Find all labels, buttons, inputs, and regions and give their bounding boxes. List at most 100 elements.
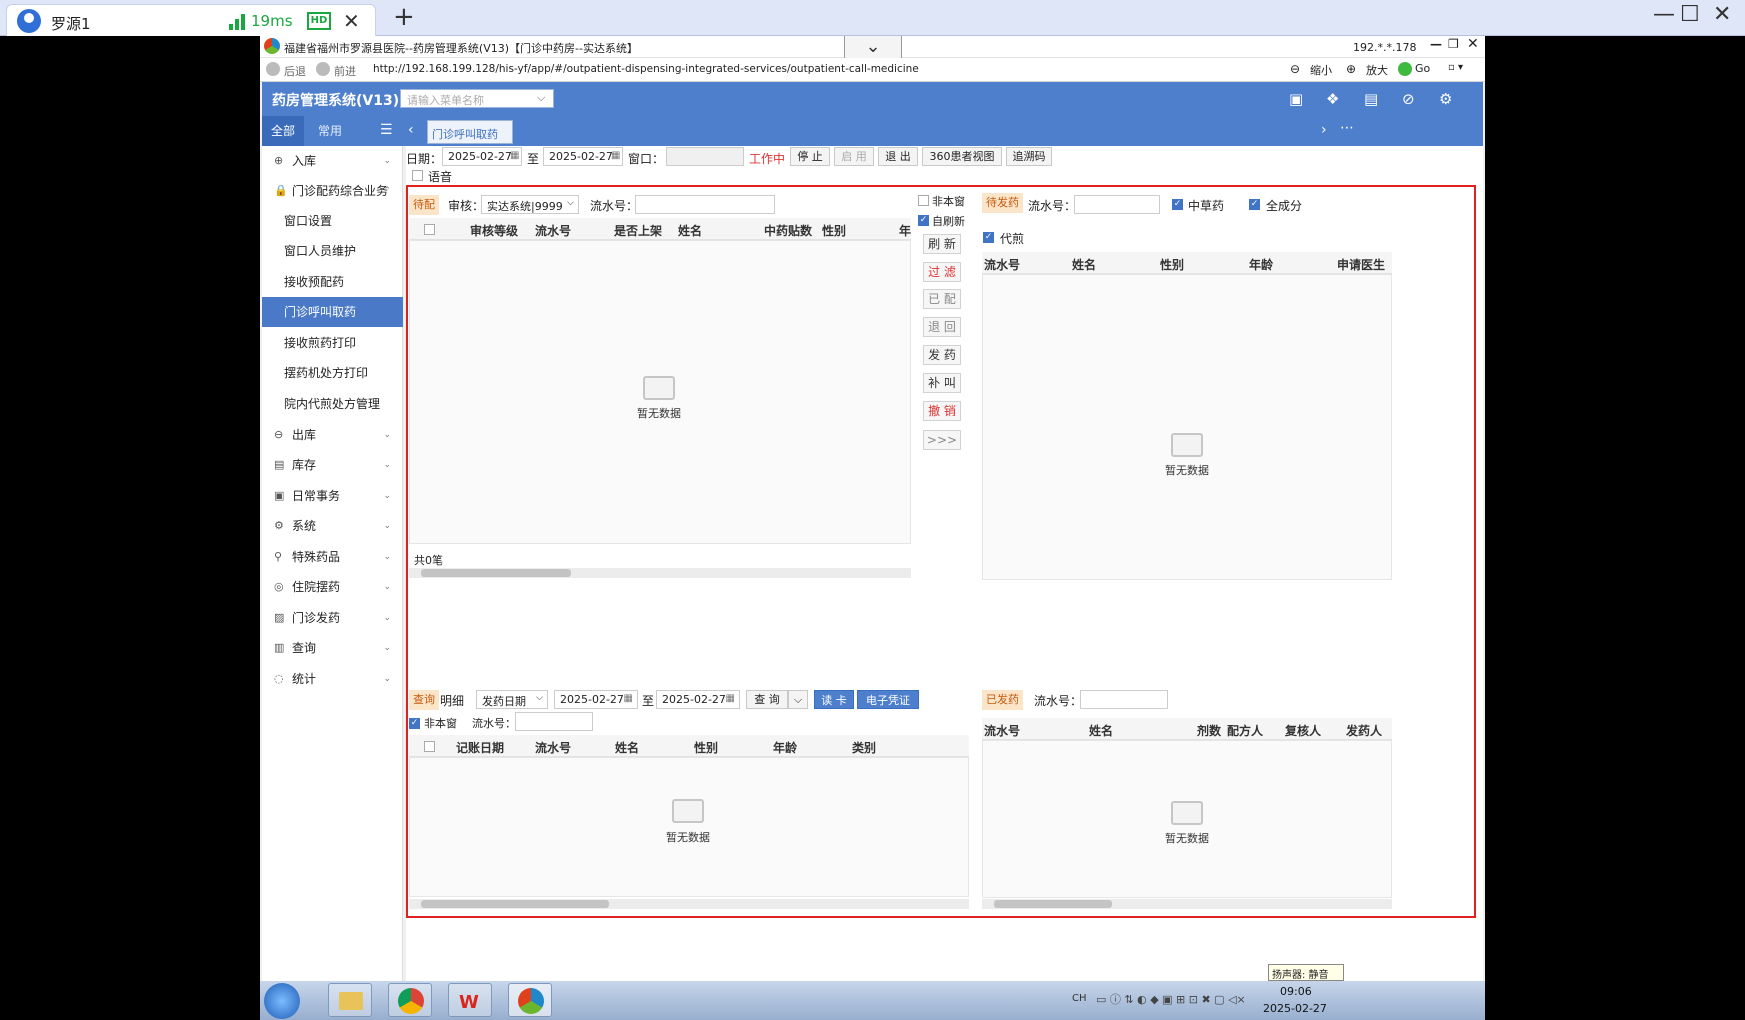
- folder-taskbar-icon[interactable]: [328, 983, 372, 1017]
- col-serial[interactable]: 流水号: [535, 739, 571, 756]
- read-card-button[interactable]: 读 卡: [814, 690, 854, 709]
- select-all-checkbox[interactable]: [424, 741, 435, 752]
- revoke-button[interactable]: 撤 销: [923, 401, 961, 421]
- col-name[interactable]: 姓名: [1072, 256, 1096, 273]
- e-voucher-button[interactable]: 电子凭证: [857, 690, 919, 709]
- stop-button[interactable]: 停 止: [790, 147, 830, 166]
- dispensed-button[interactable]: 已 配: [923, 289, 961, 309]
- query-date-to-input[interactable]: 2025-02-27 ▦: [656, 690, 740, 709]
- session-tab[interactable]: 罗源1 19ms HD ✕: [6, 4, 376, 36]
- return-button[interactable]: 退 回: [923, 317, 961, 337]
- date-type-select[interactable]: 发药日期 ⌵: [476, 690, 548, 709]
- col-gender[interactable]: 性别: [1160, 256, 1184, 273]
- query-h-scrollbar[interactable]: [409, 899, 969, 909]
- zoom-in-icon[interactable]: ⊕: [1346, 62, 1356, 76]
- outer-close-button[interactable]: ✕: [1713, 2, 1731, 27]
- sidebar-item-outpatient-dispense[interactable]: ▨ 门诊发药 ⌄: [262, 603, 403, 633]
- dispense-button[interactable]: 发 药: [923, 345, 961, 365]
- tab-outpatient-call-medicine[interactable]: 门诊呼叫取药 ✕: [427, 120, 513, 155]
- scroll-thumb[interactable]: [994, 900, 1112, 908]
- col-account-date[interactable]: 记账日期: [456, 739, 504, 756]
- col-herbal-doses[interactable]: 中药贴数: [764, 222, 812, 239]
- sidebar-item-inventory[interactable]: ▤ 库存 ⌄: [262, 450, 403, 480]
- window-minimize-button[interactable]: —: [1430, 37, 1442, 51]
- outer-minimize-button[interactable]: —: [1653, 2, 1675, 27]
- sidebar-item-special-drugs[interactable]: ⚲ 特殊药品 ⌄: [262, 542, 403, 572]
- clock-date[interactable]: 2025-02-27: [1263, 1002, 1327, 1015]
- sidebar-sub-call-medicine[interactable]: 门诊呼叫取药: [262, 297, 403, 327]
- query-dropdown-button[interactable]: ⌵: [788, 690, 808, 709]
- forward-button[interactable]: 前进: [334, 63, 356, 79]
- col-doctor[interactable]: 申请医生: [1337, 256, 1385, 273]
- calendar-icon[interactable]: ▦: [510, 150, 519, 161]
- col-gender[interactable]: 性别: [694, 739, 718, 756]
- zoom-out-icon[interactable]: ⊖: [1290, 62, 1300, 76]
- col-compounder[interactable]: 配方人: [1227, 722, 1263, 739]
- more-arrows-button[interactable]: >>>: [923, 430, 961, 450]
- zoom-out-button[interactable]: 缩小: [1310, 62, 1332, 78]
- new-session-button[interactable]: +: [393, 2, 415, 32]
- sidebar-item-system[interactable]: ⚙ 系统 ⌄: [262, 511, 403, 541]
- auto-refresh-checkbox[interactable]: ✓: [918, 215, 929, 226]
- zoom-in-button[interactable]: 放大: [1366, 62, 1388, 78]
- herbal-checkbox[interactable]: ✓: [1172, 199, 1183, 210]
- pending-serial-input[interactable]: [635, 195, 775, 214]
- recall-button[interactable]: 补 叫: [923, 373, 961, 393]
- calendar-icon[interactable]: ▦: [611, 150, 620, 161]
- filter-button[interactable]: 过 滤: [923, 262, 961, 282]
- query-serial-input[interactable]: [515, 712, 593, 731]
- gear-icon[interactable]: ⚙: [1439, 90, 1452, 108]
- to-dispense-serial-input[interactable]: [1074, 195, 1160, 214]
- outer-maximize-button[interactable]: ☐: [1680, 2, 1700, 27]
- menu-tab-common[interactable]: 常用: [310, 116, 350, 146]
- chrome-taskbar-icon[interactable]: [388, 983, 432, 1017]
- col-age[interactable]: 年: [899, 222, 911, 239]
- scroll-thumb[interactable]: [421, 569, 571, 577]
- sidebar-item-inbound[interactable]: ⊕ 入库 ⌄: [262, 146, 403, 176]
- sidebar-item-query[interactable]: ▥ 查询 ⌄: [262, 633, 403, 663]
- pending-h-scrollbar[interactable]: [409, 568, 911, 578]
- tray-icons[interactable]: ▭ ⓘ ⇅ ◐ ◆ ▣ ⊞ ⊡ ✖ ▢ ◁×: [1096, 991, 1246, 1007]
- url-field[interactable]: http://192.168.199.128/his-yf/app/#/outp…: [373, 63, 919, 75]
- window-close-button[interactable]: ✕: [1467, 36, 1479, 52]
- exit-button[interactable]: 退 出: [878, 147, 918, 166]
- dispensed-h-scrollbar[interactable]: [982, 899, 1392, 909]
- non-window-checkbox[interactable]: [918, 195, 929, 206]
- session-tab-close-button[interactable]: ✕: [343, 9, 360, 33]
- review-select[interactable]: 实达系统|9999 ⌵: [481, 195, 579, 214]
- decoct-checkbox[interactable]: ✓: [983, 232, 994, 243]
- col-name[interactable]: 姓名: [615, 739, 639, 756]
- enable-button[interactable]: 启 用: [834, 147, 874, 166]
- trace-code-button[interactable]: 追溯码: [1006, 147, 1052, 166]
- all-ingredients-checkbox[interactable]: ✓: [1249, 199, 1260, 210]
- sidebar-sub-window-staff[interactable]: 窗口人员维护: [262, 236, 403, 266]
- col-category[interactable]: 类别: [852, 739, 876, 756]
- scroll-thumb[interactable]: [421, 900, 609, 908]
- window-restore-button[interactable]: ❐: [1448, 37, 1459, 51]
- col-dispenser[interactable]: 发药人: [1346, 722, 1382, 739]
- query-non-window-checkbox[interactable]: ✓: [409, 718, 420, 729]
- logout-icon[interactable]: ⊘: [1402, 90, 1415, 108]
- refresh-button[interactable]: 刷 新: [923, 234, 961, 254]
- view360-button[interactable]: 360患者视图: [922, 147, 1002, 166]
- document-icon[interactable]: ▤: [1364, 90, 1378, 108]
- forward-icon[interactable]: [316, 62, 330, 76]
- col-name[interactable]: 姓名: [678, 222, 702, 239]
- sidebar-item-outpatient-dispensing[interactable]: 🔒 门诊配药综合业务 ⌃: [262, 176, 403, 206]
- menu-search-input[interactable]: 请输入菜单名称: [400, 89, 554, 108]
- sidebar-sub-decoction-manage[interactable]: 院内代煎处方管理: [262, 389, 403, 419]
- sidebar-sub-machine-print[interactable]: 摆药机处方打印: [262, 358, 403, 388]
- col-serial[interactable]: 流水号: [535, 222, 571, 239]
- col-age[interactable]: 年龄: [773, 739, 797, 756]
- col-serial[interactable]: 流水号: [984, 256, 1020, 273]
- sidebar-item-daily[interactable]: ▣ 日常事务 ⌄: [262, 481, 403, 511]
- tab-scroll-right-icon[interactable]: ›: [1321, 122, 1327, 138]
- sidebar-sub-decoction-print[interactable]: 接收煎药打印: [262, 328, 403, 358]
- wps-taskbar-icon[interactable]: W: [448, 983, 492, 1017]
- col-serial[interactable]: 流水号: [984, 722, 1020, 739]
- start-button[interactable]: [264, 983, 300, 1019]
- menu-dropdown-button[interactable]: ▫ ▾: [1448, 62, 1463, 73]
- sidebar-item-inpatient-dispense[interactable]: ◎ 住院摆药 ⌄: [262, 572, 403, 602]
- query-button[interactable]: 查 询: [746, 690, 788, 709]
- col-review-level[interactable]: 审核等级: [470, 222, 518, 239]
